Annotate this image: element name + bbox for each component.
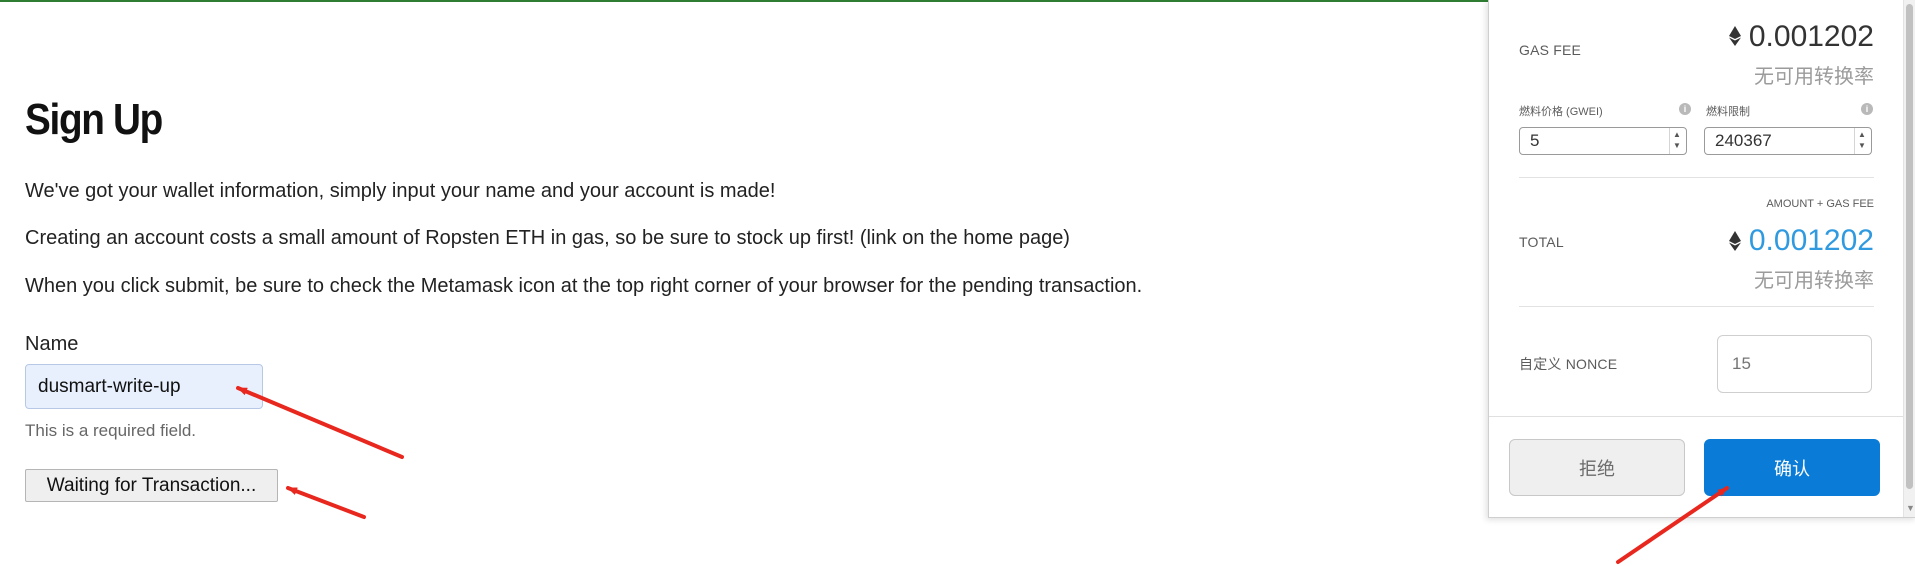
- submit-button[interactable]: Waiting for Transaction...: [25, 469, 278, 502]
- custom-nonce-input[interactable]: [1717, 335, 1872, 393]
- gas-fee-amount: 0.001202: [1748, 20, 1874, 53]
- chevron-down-icon[interactable]: ▼: [1858, 142, 1866, 150]
- intro-paragraph: We've got your wallet information, simpl…: [25, 180, 776, 202]
- scrollbar-thumb[interactable]: [1906, 4, 1913, 489]
- reject-button[interactable]: 拒绝: [1509, 439, 1685, 496]
- popup-scrollbar[interactable]: ▼: [1903, 0, 1915, 517]
- name-input[interactable]: [25, 364, 263, 409]
- chevron-up-icon[interactable]: ▲: [1858, 131, 1866, 139]
- gas-fee-label: GAS FEE: [1519, 42, 1582, 58]
- submit-note-paragraph: When you click submit, be sure to check …: [25, 275, 1143, 297]
- ethereum-icon: [1729, 26, 1741, 46]
- total-label: TOTAL: [1519, 234, 1564, 250]
- scroll-down-arrow-icon[interactable]: ▼: [1906, 504, 1915, 513]
- required-field-helper: This is a required field.: [25, 421, 197, 440]
- custom-nonce-label: 自定义 NONCE: [1519, 356, 1618, 372]
- gas-limit-label: 燃料限制: [1706, 106, 1750, 118]
- popup-footer: 拒绝 确认: [1489, 416, 1903, 518]
- annotation-arrow-submit: [286, 486, 366, 519]
- amount-gas-fee-label: AMOUNT + GAS FEE: [1766, 198, 1874, 210]
- gas-price-input[interactable]: [1520, 128, 1665, 154]
- chevron-down-icon[interactable]: ▼: [1673, 142, 1681, 150]
- page-title: Sign Up: [25, 95, 163, 144]
- name-label: Name: [25, 333, 79, 355]
- total-conversion: 无可用转换率: [1754, 270, 1874, 292]
- ethereum-icon: [1729, 231, 1741, 251]
- gas-limit-stepper[interactable]: ▲ ▼: [1854, 128, 1871, 154]
- info-icon[interactable]: i: [1861, 103, 1873, 115]
- total-amount: 0.001202: [1748, 224, 1874, 257]
- metamask-popup: GAS FEE 0.001202 无可用转换率 燃料价格 (GWEI) i 燃料…: [1488, 0, 1915, 518]
- gas-note-paragraph: Creating an account costs a small amount…: [25, 227, 1070, 249]
- confirm-button[interactable]: 确认: [1704, 439, 1880, 496]
- gas-fee-conversion: 无可用转换率: [1754, 66, 1874, 88]
- chevron-up-icon[interactable]: ▲: [1673, 131, 1681, 139]
- gas-limit-input[interactable]: [1705, 128, 1850, 154]
- gas-price-label: 燃料价格 (GWEI): [1519, 106, 1603, 118]
- info-icon[interactable]: i: [1679, 103, 1691, 115]
- top-border-line: [0, 0, 1490, 2]
- gas-price-field: ▲ ▼: [1519, 127, 1687, 155]
- gas-limit-field: ▲ ▼: [1704, 127, 1872, 155]
- divider: [1519, 306, 1874, 307]
- divider: [1519, 177, 1874, 178]
- gas-price-stepper[interactable]: ▲ ▼: [1669, 128, 1686, 154]
